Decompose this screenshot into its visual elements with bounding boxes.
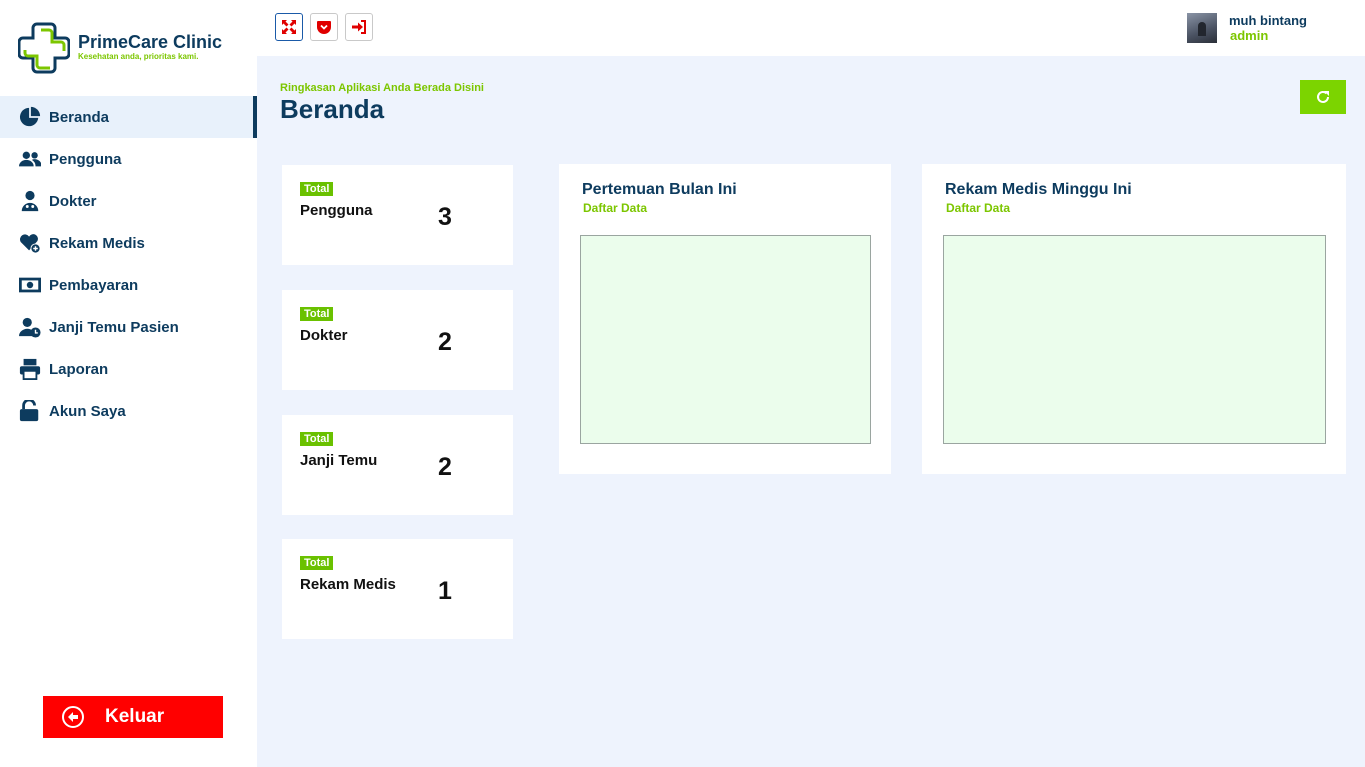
user-role: admin [1230, 28, 1269, 43]
page-title: Beranda [280, 94, 385, 124]
avatar[interactable] [1187, 13, 1217, 43]
sidebar-item-label: Rekam Medis [49, 234, 145, 252]
page-hint: Ringkasan Aplikasi Anda Berada Disini [280, 82, 484, 94]
sign-in-button[interactable] [345, 13, 373, 41]
sidebar-item-label: Pembayaran [49, 276, 139, 294]
money-bill-icon [18, 273, 42, 297]
panel-subtitle: Daftar Data [583, 201, 648, 215]
sidebar-item-label: Laporan [49, 360, 109, 378]
stat-label: Janji Temu [300, 452, 378, 469]
topbar: muh bintang admin [257, 0, 1365, 56]
clinic-tagline: Kesehatan anda, prioritas kami. [78, 52, 199, 61]
arrow-circle-left-icon [62, 706, 84, 728]
printer-icon [18, 357, 42, 381]
sidebar-item-label: Pengguna [49, 150, 122, 168]
sidebar-item-label: Dokter [49, 192, 97, 210]
stat-label: Rekam Medis [300, 576, 396, 593]
sidebar-item-pengguna[interactable]: Pengguna [0, 138, 257, 180]
panel-pertemuan-bulan-ini: Pertemuan Bulan Ini Daftar Data [559, 164, 891, 474]
pocket-icon [317, 21, 331, 34]
sidebar-item-dokter[interactable]: Dokter [0, 180, 257, 222]
panel-title: Rekam Medis Minggu Ini [945, 181, 1132, 198]
sidebar-item-akun-saya[interactable]: Akun Saya [0, 390, 257, 432]
user-menu[interactable]: muh bintang admin [1187, 13, 1307, 43]
panel-title: Pertemuan Bulan Ini [582, 181, 737, 198]
stat-value: 1 [438, 577, 452, 605]
total-badge: Total [300, 432, 334, 446]
stat-label: Dokter [300, 327, 348, 344]
stat-card-pengguna: Total Pengguna 3 [282, 165, 513, 265]
panel-content-area [943, 235, 1326, 444]
sidebar-item-label: Akun Saya [49, 402, 126, 420]
user-name: muh bintang [1229, 13, 1307, 28]
refresh-button[interactable] [1300, 80, 1346, 114]
panel-rekam-medis-minggu-ini: Rekam Medis Minggu Ini Daftar Data [922, 164, 1346, 474]
fullscreen-icon [282, 20, 296, 34]
heart-plus-icon [18, 231, 42, 255]
total-badge: Total [300, 307, 334, 321]
pocket-button[interactable] [310, 13, 338, 41]
total-badge: Total [300, 556, 334, 570]
panel-content-area [580, 235, 871, 444]
total-badge: Total [300, 182, 334, 196]
logout-label: Keluar [105, 706, 165, 727]
sidebar-item-laporan[interactable]: Laporan [0, 348, 257, 390]
sidebar: PrimeCare Clinic Kesehatan anda, priorit… [0, 0, 257, 767]
stat-label: Pengguna [300, 202, 373, 219]
clinic-name: PrimeCare Clinic [78, 32, 223, 52]
sidebar-item-beranda[interactable]: Beranda [0, 96, 257, 138]
sidebar-item-janji-temu-pasien[interactable]: Janji Temu Pasien [0, 306, 257, 348]
panel-subtitle: Daftar Data [946, 201, 1011, 215]
stat-value: 2 [438, 453, 452, 481]
unlock-icon [18, 399, 42, 423]
stat-value: 2 [438, 328, 452, 356]
user-clock-icon [18, 315, 42, 339]
medical-cross-logo-icon [18, 22, 70, 74]
fullscreen-button[interactable] [275, 13, 303, 41]
doctor-icon [18, 189, 42, 213]
stat-card-dokter: Total Dokter 2 [282, 290, 513, 390]
pie-chart-icon [18, 105, 42, 129]
refresh-icon [1317, 90, 1329, 103]
logout-button[interactable]: Keluar [43, 696, 223, 738]
sidebar-item-label: Beranda [49, 108, 110, 126]
users-icon [18, 147, 42, 171]
stat-value: 3 [438, 203, 452, 231]
sign-in-icon [352, 20, 366, 34]
sidebar-item-rekam-medis[interactable]: Rekam Medis [0, 222, 257, 264]
stat-card-rekam-medis: Total Rekam Medis 1 [282, 539, 513, 639]
stat-card-janji-temu: Total Janji Temu 2 [282, 415, 513, 515]
sidebar-item-pembayaran[interactable]: Pembayaran [0, 264, 257, 306]
sidebar-nav: Beranda Pengguna Dokter Rekam Medis Pemb… [0, 96, 257, 432]
clinic-logo[interactable]: PrimeCare Clinic Kesehatan anda, priorit… [18, 20, 222, 74]
sidebar-item-label: Janji Temu Pasien [49, 318, 179, 336]
